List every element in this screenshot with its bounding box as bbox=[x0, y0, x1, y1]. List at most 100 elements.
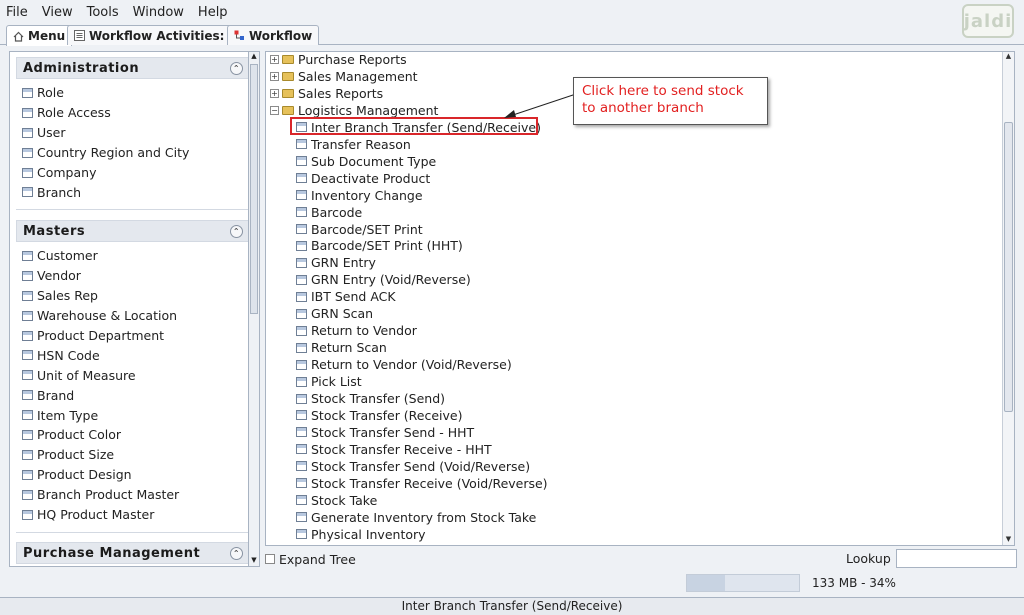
menu-window[interactable]: Window bbox=[133, 5, 184, 20]
collapse-icon[interactable]: ⌃ bbox=[230, 61, 243, 75]
form-icon bbox=[22, 509, 33, 520]
sidebar-item-label: Branch Product Master bbox=[37, 487, 180, 503]
tab-workflow[interactable]: Workflow bbox=[227, 25, 320, 45]
tree-item[interactable]: Transfer Reason bbox=[296, 136, 411, 153]
tree-item[interactable]: Return to Vendor (Void/Reverse) bbox=[296, 356, 512, 373]
sidebar-item-company[interactable]: Company bbox=[22, 163, 250, 183]
sidebar-item-label: Product Design bbox=[37, 467, 132, 483]
tree-item-label: Physical Inventory bbox=[311, 526, 426, 542]
tab-menu[interactable]: Menu bbox=[6, 25, 73, 46]
sidebar-item-user[interactable]: User bbox=[22, 123, 250, 143]
tree-folder[interactable]: + Sales Reports bbox=[270, 85, 383, 102]
expand-node-icon[interactable]: + bbox=[270, 71, 279, 81]
collapse-icon[interactable]: ⌃ bbox=[230, 546, 243, 560]
expand-node-icon[interactable]: + bbox=[270, 55, 279, 64]
sidebar-item-hsn-code[interactable]: HSN Code bbox=[22, 345, 250, 365]
scroll-up-icon[interactable]: ▲ bbox=[249, 52, 259, 62]
tree-item[interactable]: Return to Vendor bbox=[296, 322, 417, 339]
scroll-down-icon[interactable]: ▼ bbox=[249, 556, 259, 566]
memory-usage-bar[interactable] bbox=[686, 574, 800, 592]
tree-item[interactable]: Return Scan bbox=[296, 339, 387, 356]
sidebar-item-label: Product Size bbox=[37, 447, 115, 463]
tree-item[interactable]: Stock Take bbox=[296, 492, 377, 509]
form-icon bbox=[296, 410, 307, 421]
sidebar-item-role-access[interactable]: Role Access bbox=[22, 103, 250, 123]
form-icon bbox=[22, 330, 33, 341]
tree-scrollbar[interactable]: ▲ ▼ bbox=[1002, 52, 1014, 545]
sidebar-item-country-region-city[interactable]: Country Region and City bbox=[22, 143, 250, 163]
section-administration-header[interactable]: Administration ⌃ bbox=[16, 57, 250, 79]
sidebar-item-unit-of-measure[interactable]: Unit of Measure bbox=[22, 365, 250, 385]
tree-item[interactable]: Stock Transfer Send (Void/Reverse) bbox=[296, 458, 530, 475]
sidebar-item-role[interactable]: Role bbox=[22, 83, 250, 103]
lookup-input[interactable] bbox=[896, 549, 1017, 568]
tab-workflow-activities[interactable]: Workflow Activities: 0 bbox=[67, 25, 244, 45]
sidebar-item-item-type[interactable]: Item Type bbox=[22, 405, 250, 425]
menu-help[interactable]: Help bbox=[198, 5, 228, 20]
scroll-thumb[interactable] bbox=[250, 64, 258, 314]
tree-item[interactable]: Barcode/SET Print (HHT) bbox=[296, 237, 463, 254]
sidebar-item-label: Country Region and City bbox=[37, 145, 190, 161]
tab-menu-label: Menu bbox=[28, 29, 66, 43]
sidebar-item-branch-product-master[interactable]: Branch Product Master bbox=[22, 485, 250, 505]
expand-tree-checkbox[interactable] bbox=[265, 554, 275, 564]
sidebar-item-label: User bbox=[37, 125, 66, 141]
expand-tree-label: Expand Tree bbox=[279, 551, 356, 567]
sidebar-item-customer[interactable]: Customer bbox=[22, 246, 250, 266]
tree-item[interactable]: Deactivate Product bbox=[296, 170, 430, 187]
section-purchase-management-header[interactable]: Purchase Management ⌃ bbox=[16, 542, 250, 564]
sidebar-item-product-department[interactable]: Product Department bbox=[22, 326, 250, 346]
tree-item[interactable]: Stock Transfer (Send) bbox=[296, 390, 445, 407]
tab-workflow-activities-label: Workflow Activities: 0 bbox=[89, 28, 237, 43]
tree-folder[interactable]: + Sales Management bbox=[270, 68, 418, 85]
form-icon bbox=[296, 461, 307, 472]
sidebar-item-product-size[interactable]: Product Size bbox=[22, 445, 250, 465]
tree-folder-label: Sales Reports bbox=[298, 85, 384, 101]
tree-item[interactable]: Stock Transfer Send - HHT bbox=[296, 424, 474, 441]
tree-item-label: Inter Branch Transfer (Send/Receive) bbox=[311, 119, 541, 135]
section-title: Administration bbox=[23, 60, 140, 76]
expand-node-icon[interactable]: + bbox=[270, 88, 279, 98]
tree-item[interactable]: Inventory Change bbox=[296, 187, 423, 204]
tree-item[interactable]: Physical Inventory bbox=[296, 526, 426, 543]
sidebar-item-brand[interactable]: Brand bbox=[22, 385, 250, 405]
menu-tools[interactable]: Tools bbox=[87, 5, 119, 20]
tree-item[interactable]: Sub Document Type bbox=[296, 153, 436, 170]
sidebar-item-product-color[interactable]: Product Color bbox=[22, 425, 250, 445]
sidebar-item-product-design[interactable]: Product Design bbox=[22, 465, 250, 485]
tree-item[interactable]: IBT Send ACK bbox=[296, 288, 396, 305]
tree-item[interactable]: Generate Inventory from Stock Take bbox=[296, 509, 536, 526]
scroll-thumb[interactable] bbox=[1004, 122, 1013, 412]
collapse-icon[interactable]: ⌃ bbox=[230, 224, 243, 238]
tree-folder[interactable]: + Purchase Reports bbox=[270, 52, 407, 68]
form-icon bbox=[22, 350, 33, 361]
sidebar-item-warehouse-location[interactable]: Warehouse & Location bbox=[22, 306, 250, 326]
tree-item[interactable]: GRN Scan bbox=[296, 305, 373, 322]
sidebar-item-vendor[interactable]: Vendor bbox=[22, 266, 250, 286]
expand-tree-control[interactable]: Expand Tree bbox=[265, 551, 356, 567]
menu-file[interactable]: File bbox=[6, 5, 28, 20]
tree-folder[interactable]: − Logistics Management bbox=[270, 102, 438, 119]
tree-item[interactable]: Barcode bbox=[296, 204, 362, 221]
sidebar-item-hq-product-master[interactable]: HQ Product Master bbox=[22, 505, 250, 525]
sidebar-item-sales-rep[interactable]: Sales Rep bbox=[22, 286, 250, 306]
sidebar-item-branch[interactable]: Branch bbox=[22, 182, 250, 202]
tree-item[interactable]: Pick List bbox=[296, 373, 362, 390]
form-icon bbox=[22, 390, 33, 401]
tree-item[interactable]: Stock Transfer Receive (Void/Reverse) bbox=[296, 475, 548, 492]
tree-item[interactable]: Stock Transfer Receive - HHT bbox=[296, 441, 492, 458]
tree-item[interactable]: Stock Transfer (Receive) bbox=[296, 407, 463, 424]
sidebar-item-label: Role Access bbox=[37, 105, 111, 121]
tree-item[interactable]: GRN Entry (Void/Reverse) bbox=[296, 271, 471, 288]
section-masters: Masters ⌃ Customer Vendor Sales Rep Ware… bbox=[16, 220, 250, 524]
section-masters-header[interactable]: Masters ⌃ bbox=[16, 220, 250, 242]
sidebar-scrollbar[interactable]: ▲ ▼ bbox=[248, 51, 260, 567]
scroll-up-icon[interactable]: ▲ bbox=[1003, 52, 1014, 62]
scroll-down-icon[interactable]: ▼ bbox=[1003, 535, 1014, 545]
sidebar-item-label: Brand bbox=[37, 387, 75, 403]
collapse-node-icon[interactable]: − bbox=[270, 105, 279, 115]
sidebar-item-label: Sales Rep bbox=[37, 288, 98, 304]
menu-view[interactable]: View bbox=[42, 5, 73, 20]
tree-item[interactable]: Barcode/SET Print bbox=[296, 221, 423, 238]
tree-item[interactable]: GRN Entry bbox=[296, 254, 376, 271]
